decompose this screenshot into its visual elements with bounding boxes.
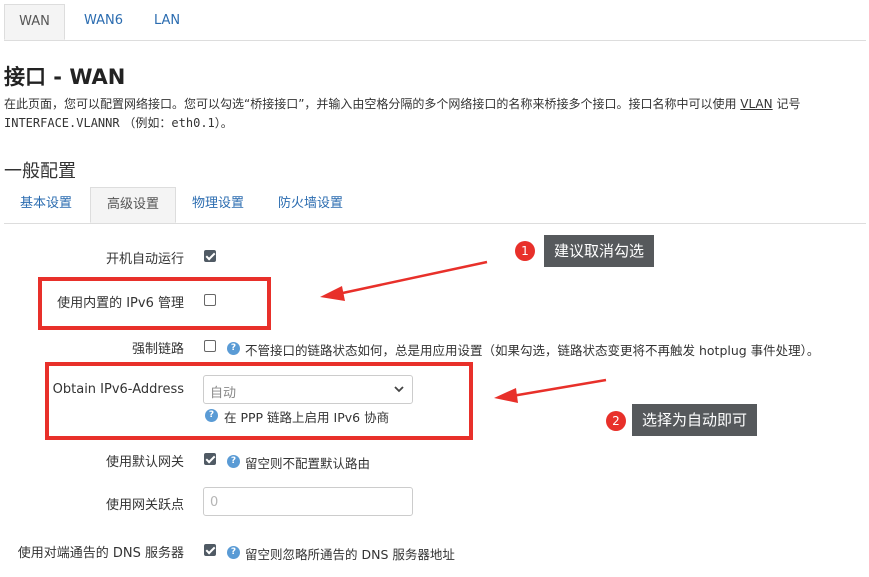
annotation-arrow-2 — [511, 378, 607, 398]
arrow-head-icon — [320, 286, 345, 301]
arrow-head-icon — [494, 388, 518, 403]
annotation-badge-1: 1 — [515, 241, 535, 261]
annotation-arrows — [320, 260, 607, 403]
annotation-arrow-1 — [337, 260, 488, 296]
annotation-callout-2: 选择为自动即可 — [632, 404, 758, 436]
annotation-callout-1: 建议取消勾选 — [544, 235, 655, 267]
annotation-badge-2: 2 — [606, 411, 626, 431]
